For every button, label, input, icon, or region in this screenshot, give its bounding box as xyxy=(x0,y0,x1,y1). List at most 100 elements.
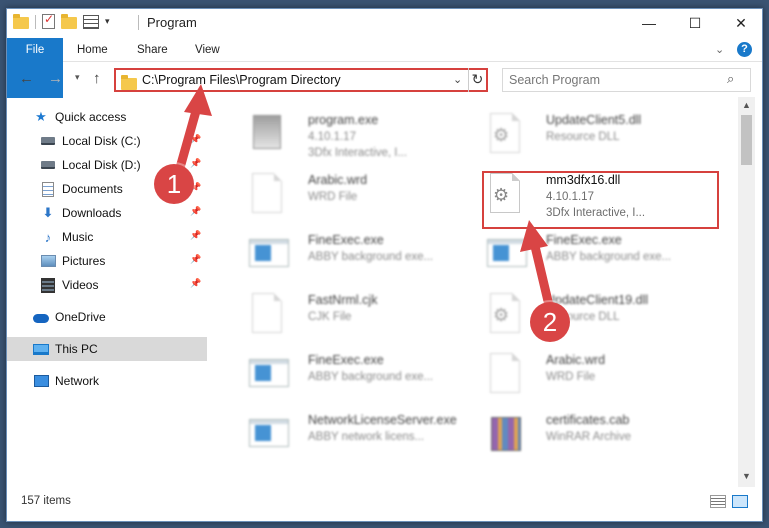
divider xyxy=(35,14,36,29)
exe-file-icon xyxy=(249,351,289,395)
search-placeholder: Search Program xyxy=(509,73,601,87)
pin-icon: 📌 xyxy=(190,158,202,168)
file-detail: CJK File xyxy=(308,311,352,323)
properties-icon[interactable] xyxy=(83,14,99,29)
file-name: program.exe xyxy=(308,113,379,127)
back-arrow-icon[interactable]: ← xyxy=(19,70,34,87)
pin-icon: 📌 xyxy=(190,134,202,144)
close-button[interactable]: ✕ xyxy=(718,9,762,37)
file-list: program.exe 4.10.1.17 3Dfx Interactive, … xyxy=(211,97,738,487)
documents-icon xyxy=(40,181,56,197)
file-name: NetworkLicenseServer.exe xyxy=(308,413,457,427)
divider xyxy=(138,15,139,30)
file-name: certificates.cab xyxy=(546,413,630,427)
nav-item-network[interactable]: Network xyxy=(7,369,207,393)
file-item[interactable]: ⚙ UpdateClient19.dll Resource DLL xyxy=(469,283,709,343)
pin-icon: 📌 xyxy=(190,278,202,288)
nav-item-videos[interactable]: Videos 📌 xyxy=(7,273,207,297)
tab-view[interactable]: View xyxy=(195,38,220,62)
exe-file-icon xyxy=(487,231,527,275)
star-icon: ★ xyxy=(35,109,47,124)
nav-item-onedrive[interactable]: OneDrive xyxy=(7,305,207,329)
scroll-down-icon[interactable]: ▼ xyxy=(742,471,751,481)
file-item[interactable]: Arabic.wrd WRD File xyxy=(231,163,471,223)
file-detail: ABBY background exe... xyxy=(546,251,672,263)
file-detail: ABBY background exe... xyxy=(308,371,434,383)
item-count: 157 items xyxy=(21,495,71,507)
address-dropdown-icon[interactable]: ⌄ xyxy=(453,73,462,86)
file-item[interactable]: certificates.cab WinRAR Archive xyxy=(469,403,709,463)
nav-item-label: Downloads xyxy=(62,206,122,220)
file-detail: 3Dfx Interactive, I... xyxy=(308,147,408,159)
file-name: Arabic.wrd xyxy=(308,173,368,187)
annotation-marker-2: 2 xyxy=(530,302,570,342)
file-name: FastNrml.cjk xyxy=(308,293,378,307)
maximize-button[interactable]: ☐ xyxy=(672,9,718,37)
folder-icon xyxy=(13,13,29,29)
annotation-marker-1: 1 xyxy=(154,164,194,204)
program-file-icon xyxy=(249,111,285,155)
expand-ribbon-icon[interactable]: ⌄ xyxy=(715,43,724,56)
details-view-icon[interactable] xyxy=(710,495,726,508)
file-item[interactable]: program.exe 4.10.1.17 3Dfx Interactive, … xyxy=(231,103,471,163)
nav-item-label: Music xyxy=(62,230,94,244)
navigation-bar: ← → ▾ ↑ C:\Program Files\Program Directo… xyxy=(7,66,762,94)
forward-arrow-icon[interactable]: → xyxy=(48,70,63,87)
nav-item-label: Local Disk (D:) xyxy=(62,158,141,172)
address-bar[interactable]: C:\Program Files\Program Directory ⌄ ↻ xyxy=(114,68,488,92)
document-file-icon xyxy=(249,291,285,335)
file-item[interactable]: NetworkLicenseServer.exe ABBY network li… xyxy=(231,403,471,463)
minimize-button[interactable]: — xyxy=(626,9,672,37)
music-icon: ♪ xyxy=(44,229,52,245)
file-name: FineExec.exe xyxy=(308,233,384,247)
this-pc-icon xyxy=(33,341,49,357)
nav-item-label: Videos xyxy=(62,278,99,292)
file-item[interactable]: FineExec.exe ABBY background exe... xyxy=(231,343,471,403)
customize-toolbar-icon[interactable]: ▾ xyxy=(105,16,110,27)
nav-item-label: Network xyxy=(55,374,100,388)
tab-home[interactable]: Home xyxy=(77,38,108,62)
nav-item-music[interactable]: ♪ Music 📌 xyxy=(7,225,207,249)
folder-icon xyxy=(121,75,137,90)
tiles-view-icon[interactable] xyxy=(732,495,748,508)
document-file-icon xyxy=(487,351,523,395)
dll-file-icon: ⚙ xyxy=(487,111,523,155)
file-item[interactable]: ⚙ UpdateClient5.dll Resource DLL xyxy=(469,103,709,163)
document-file-icon xyxy=(249,171,285,215)
archive-file-icon xyxy=(487,411,523,455)
file-name: Arabic.wrd xyxy=(546,353,606,367)
help-icon[interactable]: ? xyxy=(737,42,752,57)
file-detail: ABBY network licens... xyxy=(308,431,425,443)
nav-item-local-disk-c[interactable]: Local Disk (C:) 📌 xyxy=(7,129,207,153)
scrollbar-thumb[interactable] xyxy=(741,115,752,165)
search-input[interactable]: Search Program ⌕ xyxy=(502,68,751,92)
up-arrow-icon[interactable]: ↑ xyxy=(93,70,101,87)
nav-item-quick-access[interactable]: ★ Quick access xyxy=(7,105,207,129)
new-folder-icon[interactable] xyxy=(61,13,77,29)
scroll-up-icon[interactable]: ▲ xyxy=(742,100,751,110)
file-detail: WRD File xyxy=(308,191,358,203)
properties-check-icon[interactable] xyxy=(42,12,55,29)
network-icon xyxy=(33,373,49,389)
file-item[interactable]: FineExec.exe ABBY background exe... xyxy=(469,223,709,283)
vertical-scrollbar[interactable]: ▲ ▼ xyxy=(738,97,755,487)
nav-item-label: Pictures xyxy=(62,254,106,268)
refresh-icon[interactable]: ↻ xyxy=(468,68,486,92)
file-name: FineExec.exe xyxy=(546,233,622,247)
file-item[interactable]: Arabic.wrd WRD File xyxy=(469,343,709,403)
nav-item-downloads[interactable]: ⬇ Downloads 📌 xyxy=(7,201,207,225)
tab-share[interactable]: Share xyxy=(137,38,168,62)
recent-locations-icon[interactable]: ▾ xyxy=(75,72,80,83)
search-icon[interactable]: ⌕ xyxy=(727,71,734,87)
ribbon-tabs: File Home Share View ⌄ ? xyxy=(7,38,762,98)
address-path[interactable]: C:\Program Files\Program Directory xyxy=(142,73,341,87)
nav-item-this-pc[interactable]: This PC xyxy=(7,337,207,361)
pin-icon: 📌 xyxy=(190,230,202,240)
dll-file-icon: ⚙ xyxy=(487,291,523,335)
title-bar: ▾ Program — ☐ ✕ xyxy=(7,9,762,37)
file-item[interactable]: FastNrml.cjk CJK File xyxy=(231,283,471,343)
nav-item-label: Local Disk (C:) xyxy=(62,134,141,148)
nav-item-pictures[interactable]: Pictures 📌 xyxy=(7,249,207,273)
file-item[interactable]: FineExec.exe ABBY background exe... xyxy=(231,223,471,283)
downloads-icon: ⬇ xyxy=(42,205,54,220)
